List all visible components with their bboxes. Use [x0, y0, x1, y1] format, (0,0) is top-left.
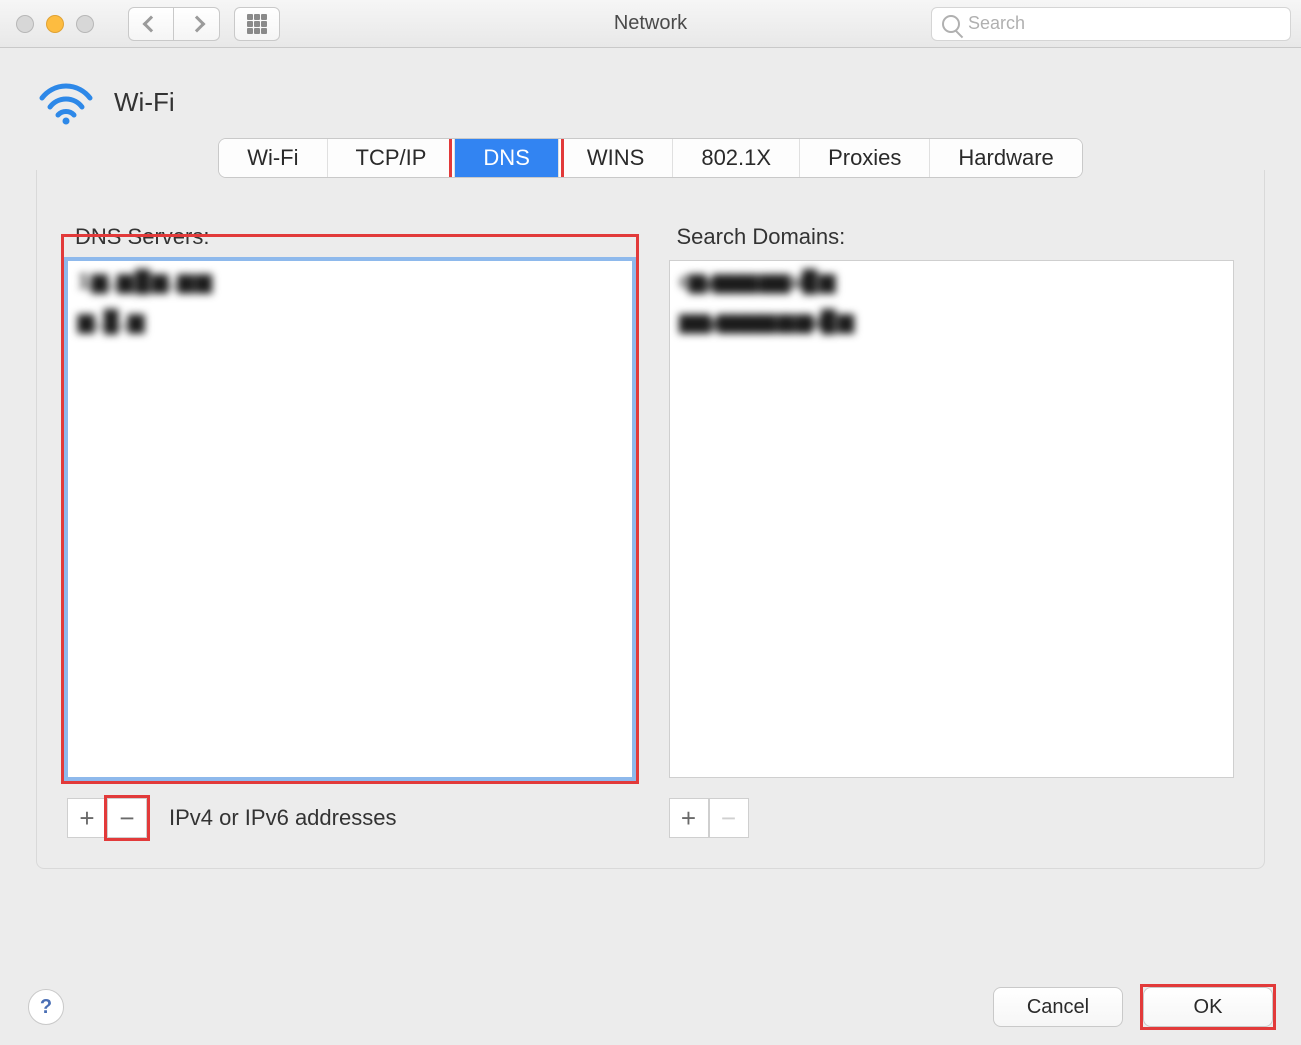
bottom-bar: ? Cancel OK: [0, 969, 1301, 1045]
tab-wifi[interactable]: Wi-Fi: [219, 139, 327, 177]
search-domains-footer: + −: [669, 798, 1235, 838]
remove-dns-button[interactable]: −: [107, 798, 147, 838]
cancel-button[interactable]: Cancel: [993, 987, 1123, 1027]
search-domain-row[interactable]: ▆▆y▆▆▆▆.▆.▆u█ ▆: [670, 301, 1234, 341]
add-domain-button[interactable]: +: [669, 798, 709, 838]
back-button[interactable]: [128, 7, 174, 41]
minimize-button[interactable]: [46, 15, 64, 33]
zoom-button[interactable]: [76, 15, 94, 33]
dns-panel: DNS Servers: 1 ▆ . ▆ █ ▆ . ▆ ▆ ▆ . █ . ▆…: [36, 170, 1265, 869]
dns-server-row[interactable]: ▆ . █ . ▆: [68, 301, 632, 341]
dns-servers-column: DNS Servers: 1 ▆ . ▆ █ ▆ . ▆ ▆ ▆ . █ . ▆…: [67, 220, 633, 838]
search-domain-value: c▆y▆▆▆.▆▆.u█ ▆: [680, 269, 834, 294]
add-dns-button[interactable]: +: [67, 798, 107, 838]
tab-tcpip[interactable]: TCP/IP: [328, 139, 456, 177]
help-icon: ?: [40, 996, 52, 1019]
dns-servers-highlight: 1 ▆ . ▆ █ ▆ . ▆ ▆ ▆ . █ . ▆: [67, 260, 633, 778]
dns-servers-header: DNS Servers:: [67, 220, 633, 260]
wifi-icon: [36, 78, 96, 126]
tab-dns[interactable]: DNS: [455, 139, 558, 177]
tab-wins[interactable]: WINS: [559, 139, 673, 177]
search-domains-header: Search Domains:: [669, 220, 1235, 260]
tab-strip: Wi-Fi TCP/IP DNS WINS 802.1X Proxies Har…: [218, 138, 1083, 178]
show-all-button[interactable]: [234, 7, 280, 41]
interface-label: Wi-Fi: [114, 87, 175, 118]
search-domain-row[interactable]: c▆y▆▆▆.▆▆.u█ ▆: [670, 261, 1234, 301]
interface-header: Wi-Fi: [0, 48, 1301, 138]
plus-icon: +: [681, 805, 696, 831]
remove-domain-button[interactable]: −: [709, 798, 749, 838]
tab-hardware[interactable]: Hardware: [930, 139, 1081, 177]
search-input[interactable]: [968, 13, 1280, 34]
forward-button[interactable]: [174, 7, 220, 41]
dns-server-row[interactable]: 1 ▆ . ▆ █ ▆ . ▆ ▆: [68, 261, 632, 301]
search-domains-list[interactable]: c▆y▆▆▆.▆▆.u█ ▆ ▆▆y▆▆▆▆.▆.▆u█ ▆: [669, 260, 1235, 778]
search-domains-column: Search Domains: c▆y▆▆▆.▆▆.u█ ▆ ▆▆y▆▆▆▆.▆…: [669, 220, 1235, 838]
dns-servers-footer: + − IPv4 or IPv6 addresses: [67, 798, 633, 838]
action-buttons: Cancel OK: [993, 987, 1273, 1027]
search-domain-value: ▆▆y▆▆▆▆.▆.▆u█ ▆: [680, 309, 852, 334]
minus-icon: −: [119, 805, 134, 831]
search-icon: [942, 15, 960, 33]
nav-group: [128, 7, 220, 41]
minus-icon: −: [721, 805, 736, 831]
grid-icon: [247, 14, 267, 34]
tab-proxies[interactable]: Proxies: [800, 139, 930, 177]
dns-servers-list[interactable]: 1 ▆ . ▆ █ ▆ . ▆ ▆ ▆ . █ . ▆: [67, 260, 633, 778]
chevron-right-icon: [188, 15, 205, 32]
dns-server-value: ▆ . █ . ▆: [78, 309, 142, 334]
help-button[interactable]: ?: [28, 989, 64, 1025]
dns-footer-label: IPv4 or IPv6 addresses: [169, 805, 396, 831]
close-button[interactable]: [16, 15, 34, 33]
plus-icon: +: [79, 805, 94, 831]
titlebar: Network: [0, 0, 1301, 48]
ok-button[interactable]: OK: [1143, 987, 1273, 1027]
dns-server-value: 1 ▆ . ▆ █ ▆ . ▆ ▆: [78, 269, 210, 294]
search-field-wrap[interactable]: [931, 7, 1291, 41]
tab-8021x[interactable]: 802.1X: [673, 139, 800, 177]
window-controls: [16, 15, 94, 33]
chevron-left-icon: [143, 15, 160, 32]
